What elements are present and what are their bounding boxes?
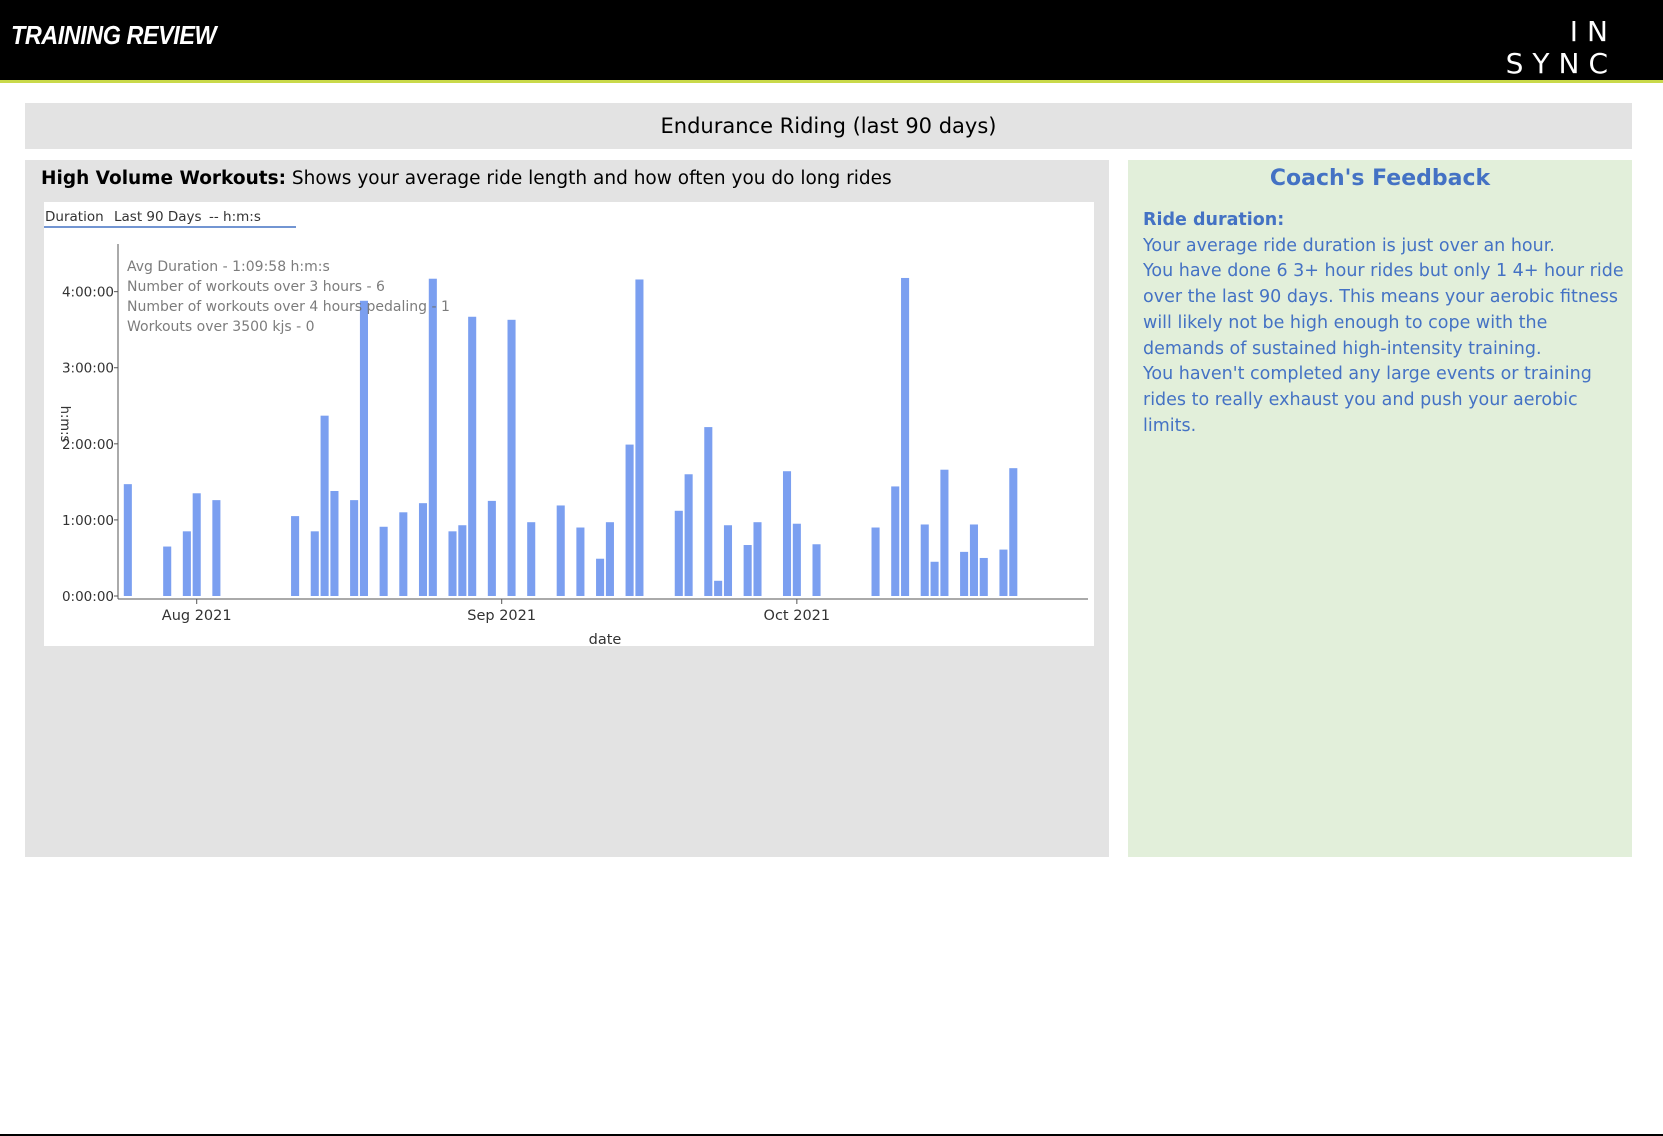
duration-bar: [399, 512, 408, 596]
legend-metric: Duration: [45, 209, 104, 225]
duration-bar: [871, 527, 880, 596]
feedback-body: Ride duration: Your average ride duratio…: [1143, 208, 1625, 439]
duration-bar: [704, 427, 713, 596]
duration-bar: [596, 558, 605, 596]
duration-bar: [379, 526, 388, 596]
duration-bar: [1009, 468, 1018, 596]
duration-bar: [428, 278, 437, 596]
duration-bar-chart: Duration Last 90 Days -- h:m:s 0:00:00 1:00:…: [44, 209, 1088, 646]
feedback-title: Coach's Feedback: [1269, 166, 1491, 191]
duration-bar: [182, 531, 191, 596]
duration-bar: [753, 522, 762, 596]
duration-bar: [792, 523, 801, 596]
insync-logo: IN SYNC CYCLING COACH: [1457, 16, 1617, 101]
y-axis-label: h:m:s: [57, 406, 72, 443]
duration-bar: [960, 551, 969, 596]
y-tick-label: 1:00:00: [62, 513, 114, 529]
duration-bar: [291, 516, 300, 596]
duration-bar: [556, 505, 565, 596]
feedback-line: Your average ride duration is just over …: [1143, 235, 1555, 256]
duration-bar: [891, 486, 900, 596]
y-tick-label: 3:00:00: [62, 361, 114, 377]
chart-annotation: Avg Duration - 1:09:58 h:m:s: [127, 259, 330, 275]
duration-bar: [310, 531, 319, 596]
duration-bar: [969, 524, 978, 596]
x-axis-label: date: [589, 632, 622, 646]
duration-bar: [320, 415, 329, 596]
duration-bar: [330, 491, 339, 596]
duration-bar: [123, 484, 132, 596]
duration-bar: [999, 549, 1008, 596]
duration-bar: [576, 527, 585, 596]
duration-bar: [487, 500, 496, 596]
duration-bar: [812, 544, 821, 596]
x-tick-label: Sep 2021: [467, 608, 536, 624]
panel-heading: High Volume Workouts: Shows your average…: [41, 168, 892, 189]
duration-bar: [684, 474, 693, 596]
duration-bar: [212, 500, 221, 596]
duration-bar: [674, 510, 683, 596]
duration-bar: [468, 316, 477, 596]
x-tick-label: Aug 2021: [162, 608, 232, 624]
legend-period: Last 90 Days: [114, 209, 202, 225]
duration-bar: [418, 503, 428, 596]
duration-bar: [192, 493, 201, 596]
duration-bar: [901, 277, 910, 596]
y-tick-label: 4:00:00: [62, 285, 114, 301]
duration-bar: [163, 546, 172, 596]
duration-bar: [350, 500, 359, 596]
coach-feedback-panel: Coach's Feedback Ride duration: Your ave…: [1128, 160, 1632, 857]
duration-bar: [782, 471, 792, 596]
duration-bar: [507, 319, 516, 596]
feedback-heading: Ride duration:: [1143, 210, 1285, 230]
chart-annotation: Workouts over 3500 kjs - 0: [127, 319, 315, 335]
feedback-line: You haven't completed any large events o…: [1143, 364, 1592, 436]
page-title: TRAINING REVIEW: [11, 20, 217, 50]
section-title: Endurance Riding (last 90 days): [25, 103, 1632, 149]
duration-bar: [979, 557, 988, 596]
legend-unit: -- h:m:s: [209, 209, 261, 225]
feedback-line: You have done 6 3+ hour rides but only 1…: [1143, 261, 1624, 359]
duration-bar: [920, 524, 929, 596]
duration-bar: [458, 525, 467, 596]
chart-annotation: Number of workouts over 4 hours pedaling…: [127, 299, 450, 315]
duration-bar: [448, 531, 457, 596]
duration-bar: [625, 444, 634, 596]
header-bar: TRAINING REVIEW IN SYNC CYCLING COACH: [0, 0, 1663, 101]
duration-bar: [359, 300, 368, 596]
high-volume-panel: High Volume Workouts: Shows your average…: [25, 160, 1109, 857]
panel-heading-bold: High Volume Workouts:: [41, 168, 286, 189]
x-tick-label: Oct 2021: [764, 608, 831, 624]
logo-wordmark: IN SYNC: [1505, 15, 1617, 80]
duration-bar: [743, 545, 752, 596]
duration-bar: [714, 580, 723, 596]
duration-chart-card: Duration Last 90 Days -- h:m:s 0:00:00 1:00:…: [44, 202, 1094, 646]
chart-annotation: Number of workouts over 3 hours - 6: [127, 279, 385, 295]
duration-bar: [723, 525, 733, 596]
duration-bar: [527, 522, 536, 596]
duration-bar: [635, 279, 644, 596]
duration-bar: [940, 469, 949, 596]
duration-bar: [605, 522, 614, 596]
panel-heading-text: Shows your average ride length and how o…: [286, 168, 892, 189]
y-tick-label: 0:00:00: [62, 589, 114, 605]
duration-bar: [930, 561, 939, 596]
logo-tagline: CYCLING COACH: [1466, 89, 1617, 100]
